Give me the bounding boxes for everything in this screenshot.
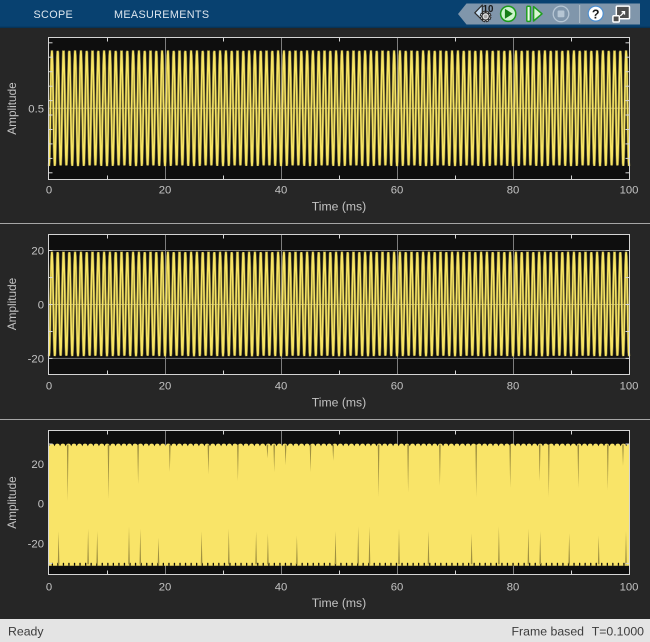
- svg-text:Time (ms): Time (ms): [312, 596, 366, 610]
- svg-text:20: 20: [31, 459, 44, 471]
- svg-text:Frame based: Frame based: [512, 625, 585, 639]
- svg-text:20: 20: [159, 185, 172, 197]
- svg-text:100: 100: [620, 185, 639, 197]
- svg-text:40: 40: [275, 381, 288, 393]
- svg-text:0: 0: [38, 499, 44, 511]
- svg-text:80: 80: [507, 582, 520, 594]
- svg-text:80: 80: [507, 381, 520, 393]
- svg-text:60: 60: [391, 185, 404, 197]
- svg-text:20: 20: [31, 246, 44, 258]
- svg-text:0: 0: [38, 300, 44, 312]
- svg-text:0.5: 0.5: [28, 103, 44, 115]
- svg-text:MEASUREMENTS: MEASUREMENTS: [114, 9, 209, 21]
- svg-text:Amplitude: Amplitude: [5, 82, 19, 135]
- svg-text:Ready: Ready: [8, 625, 44, 639]
- svg-text:40: 40: [275, 582, 288, 594]
- svg-text:60: 60: [391, 582, 404, 594]
- svg-text:-20: -20: [28, 353, 44, 365]
- svg-text:Amplitude: Amplitude: [5, 277, 19, 330]
- svg-text:20: 20: [159, 582, 172, 594]
- svg-text:SCOPE: SCOPE: [34, 9, 74, 21]
- svg-text:?: ?: [592, 7, 600, 21]
- svg-text:0: 0: [46, 185, 52, 197]
- svg-text:60: 60: [391, 381, 404, 393]
- svg-text:Time (ms): Time (ms): [312, 200, 366, 214]
- svg-text:40: 40: [275, 185, 288, 197]
- svg-text:0: 0: [46, 381, 52, 393]
- svg-text:20: 20: [159, 381, 172, 393]
- svg-text:0: 0: [46, 582, 52, 594]
- svg-text:Time (ms): Time (ms): [312, 396, 366, 410]
- svg-text:80: 80: [507, 185, 520, 197]
- svg-text:Amplitude: Amplitude: [5, 476, 19, 529]
- svg-text:T=0.1000: T=0.1000: [592, 625, 644, 639]
- svg-text:-20: -20: [28, 539, 44, 551]
- svg-text:100: 100: [620, 582, 639, 594]
- svg-text:100: 100: [620, 381, 639, 393]
